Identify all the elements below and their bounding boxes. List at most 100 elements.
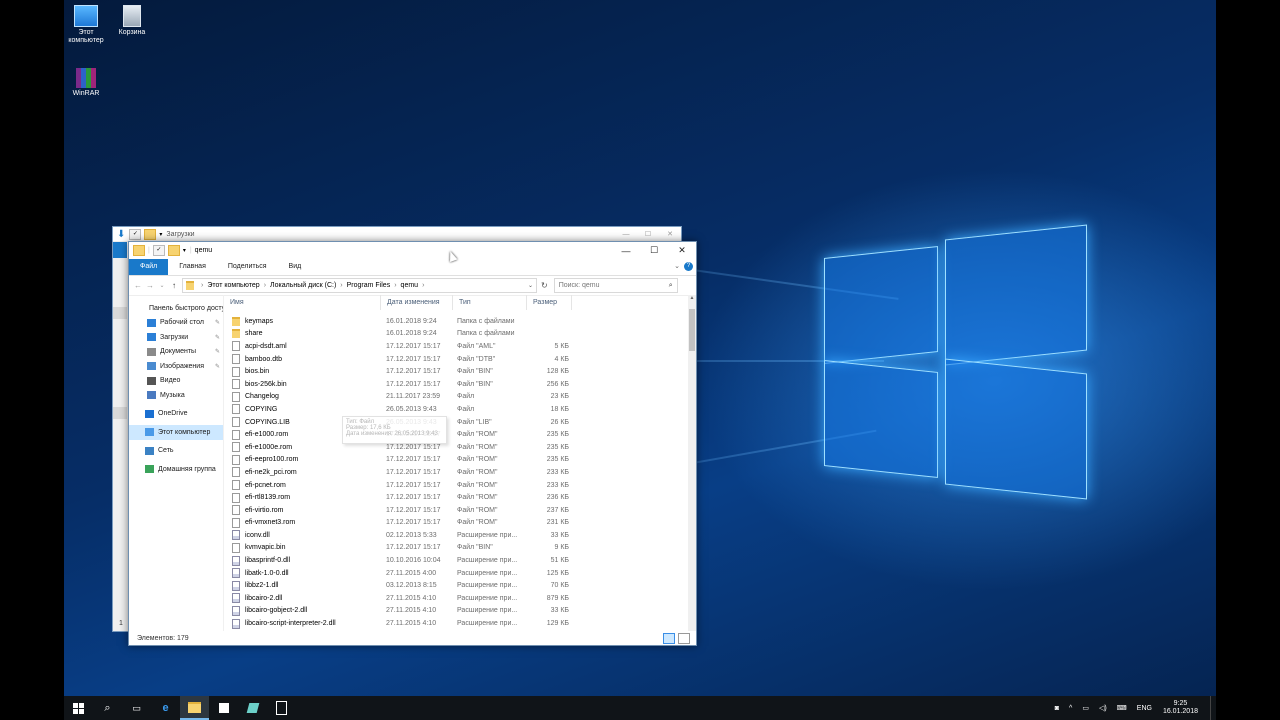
back-arrow-icon[interactable]: ←	[132, 281, 144, 290]
file-row[interactable]: iconv.dll 02.12.2013 5:33 Расширение при..…	[224, 529, 696, 542]
file-row[interactable]: acpi-dsdt.aml 17.12.2017 15:17 Файл "AML" 5…	[224, 340, 696, 353]
file-row[interactable]: bamboo.dtb 17.12.2017 15:17 Файл "DTB" 4 КБ	[224, 353, 696, 366]
recent-dropdown-icon[interactable]: ⌄	[156, 282, 168, 289]
show-desktop-button[interactable]	[1210, 696, 1216, 720]
file-row[interactable]: COPYING 26.05.2013 9:43 Файл 18 КБ	[224, 403, 696, 416]
scrollbar-thumb[interactable]	[689, 309, 695, 351]
chevron-right-icon[interactable]: ›	[264, 282, 266, 289]
explorer-window[interactable]: | ✓ ▾ | qemu — ☐ ✕ Файл Главная Поделить…	[128, 241, 697, 646]
close-button[interactable]: ✕	[659, 230, 681, 238]
vertical-scrollbar[interactable]: ▲	[688, 295, 696, 631]
start-button[interactable]	[64, 696, 93, 720]
minimize-button[interactable]: —	[612, 246, 640, 256]
column-size[interactable]: Размер	[527, 295, 572, 310]
file-row[interactable]: efi-pcnet.rom 17.12.2017 15:17 Файл "ROM" 2…	[224, 479, 696, 492]
file-row[interactable]: Changelog 21.11.2017 23:59 Файл 23 КБ	[224, 391, 696, 404]
volume-icon[interactable]: ◁)	[1099, 704, 1107, 712]
file-row[interactable]: libcairo-script-interpreter-2.dll 27.11.2…	[224, 617, 696, 630]
up-arrow-icon[interactable]: ↑	[168, 281, 180, 290]
keyboard-icon[interactable]: ⌨	[1117, 704, 1127, 712]
sidebar-item[interactable]: OneDrive	[129, 407, 223, 422]
desktop-icon-winrar[interactable]: WinRAR	[64, 68, 111, 98]
help-icon[interactable]: ?	[684, 262, 693, 271]
forward-arrow-icon[interactable]: →	[144, 281, 156, 290]
file-row[interactable]: keymaps 16.01.2018 9:24 Папка с файлами	[224, 315, 696, 328]
search-button[interactable]: ⌕	[93, 696, 122, 720]
file-row[interactable]: efi-vmxnet3.rom 17.12.2017 15:17 Файл "ROM…	[224, 517, 696, 530]
chevron-right-icon[interactable]: ›	[394, 282, 396, 289]
tab-share[interactable]: Поделиться	[217, 259, 278, 275]
chevron-down-icon[interactable]: ▾	[183, 247, 186, 254]
file-row[interactable]: efi-e1000.rom17.12.2017 15:17Файл "ROM"2…	[224, 428, 696, 441]
sidebar-item[interactable]: Документы ✎	[129, 345, 223, 360]
file-row[interactable]: efi-rtl8139.rom 17.12.2017 15:17 Файл "ROM…	[224, 491, 696, 504]
chevron-right-icon[interactable]: ›	[340, 282, 342, 289]
breadcrumb-this-pc[interactable]: Этот компьютер	[207, 282, 259, 289]
properties-icon[interactable]: ✓	[129, 228, 142, 240]
show-hidden-icons[interactable]: ^	[1069, 705, 1072, 712]
details-view-icon[interactable]	[663, 632, 675, 644]
column-name[interactable]: Имя	[224, 295, 381, 310]
file-row[interactable]: libcairo-gobject-2.dll 27.11.2015 4:10 Рас…	[224, 605, 696, 618]
breadcrumb-program-files[interactable]: Program Files	[347, 282, 391, 289]
breadcrumb-local-disk[interactable]: Локальный диск (C:)	[270, 282, 336, 289]
column-type[interactable]: Тип	[453, 295, 527, 310]
taskbar-calculator[interactable]	[267, 696, 296, 720]
taskbar-edge[interactable]: e	[151, 696, 180, 720]
titlebar[interactable]: | ✓ ▾ | qemu — ☐ ✕	[129, 242, 696, 259]
chevron-down-icon[interactable]: ▾	[159, 231, 162, 238]
language-indicator[interactable]: ENG	[1137, 705, 1152, 712]
tab-home[interactable]: Главная	[168, 259, 217, 275]
task-view-button[interactable]: ▭	[122, 696, 151, 720]
downloads-titlebar[interactable]: ⬇ ✓ ▾ Загрузки — ☐ ✕	[113, 227, 681, 241]
file-row[interactable]: share 16.01.2018 9:24 Папка с файлами	[224, 328, 696, 341]
maximize-button[interactable]: ☐	[637, 230, 659, 238]
file-row[interactable]: kvmvapic.bin 17.12.2017 15:17 Файл "BIN" 9 …	[224, 542, 696, 555]
sidebar-item[interactable]: Этот компьютер	[129, 425, 223, 440]
new-folder-icon[interactable]	[167, 245, 180, 256]
sidebar-item[interactable]: Сеть	[129, 444, 223, 459]
tray-app-icon[interactable]: ◙	[1055, 705, 1059, 712]
sidebar-item[interactable]: Музыка	[129, 388, 223, 403]
maximize-button[interactable]: ☐	[640, 245, 668, 256]
scroll-up-icon[interactable]: ▲	[688, 295, 696, 301]
sidebar-item[interactable]: Панель быстрого доступа	[129, 301, 223, 316]
expand-ribbon-icon[interactable]: ⌄	[674, 259, 680, 275]
chevron-right-icon[interactable]: ›	[422, 282, 424, 289]
file-row[interactable]: libcairo-2.dll 27.11.2015 4:10 Расширение …	[224, 592, 696, 605]
sidebar-item[interactable]: Изображения ✎	[129, 359, 223, 374]
address-dropdown-icon[interactable]: ⌄	[528, 282, 533, 289]
tab-view[interactable]: Вид	[278, 259, 313, 275]
taskbar-app[interactable]	[238, 696, 267, 720]
tab-file[interactable]	[113, 242, 127, 258]
file-row[interactable]: efi-ne2k_pci.rom 17.12.2017 15:17 Файл "RO…	[224, 466, 696, 479]
sidebar-item[interactable]: Рабочий стол ✎	[129, 316, 223, 331]
chevron-right-icon[interactable]: ›	[201, 282, 203, 289]
breadcrumb-qemu[interactable]: qemu	[401, 282, 419, 289]
folder-icon[interactable]	[144, 228, 157, 240]
file-row[interactable]: COPYING.LIB26.05.2013 9:43Файл "LIB"26 К…	[224, 416, 696, 429]
refresh-icon[interactable]: ↻	[541, 281, 548, 290]
file-row[interactable]: bios-256k.bin 17.12.2017 15:17 Файл "BIN" 2…	[224, 378, 696, 391]
network-icon[interactable]: ▭	[1082, 704, 1089, 712]
search-input[interactable]: Поиск: qemu ⌕	[553, 278, 678, 293]
sidebar-item[interactable]: Домашняя группа	[129, 462, 223, 477]
desktop-icon-recycle-bin[interactable]: Корзина	[107, 5, 157, 37]
taskbar-store[interactable]	[209, 696, 238, 720]
properties-icon[interactable]: ✓	[152, 245, 165, 256]
file-row[interactable]: libbz2-1.dll 03.12.2013 8:15 Расширение пр…	[224, 579, 696, 592]
file-row[interactable]: efi-eepro100.rom 17.12.2017 15:17 Файл "RO…	[224, 454, 696, 467]
file-row[interactable]: bios.bin 17.12.2017 15:17 Файл "BIN" 128 КБ	[224, 365, 696, 378]
sidebar-item[interactable]: Видео	[129, 374, 223, 389]
tab-file[interactable]: Файл	[129, 259, 169, 275]
column-date[interactable]: Дата изменения	[381, 295, 453, 310]
close-button[interactable]: ✕	[668, 245, 696, 256]
large-icons-view-icon[interactable]	[678, 632, 690, 644]
file-row[interactable]: libatk-1.0-0.dll 27.11.2015 4:00 Расширени…	[224, 567, 696, 580]
minimize-button[interactable]: —	[615, 231, 637, 238]
sidebar-item[interactable]: Загрузки ✎	[129, 330, 223, 345]
taskbar-explorer[interactable]	[180, 696, 209, 720]
file-row[interactable]: efi-e1000e.rom 17.12.2017 15:17 Файл "ROM"…	[224, 441, 696, 454]
address-bar[interactable]: › Этот компьютер › Локальный диск (C:) ›…	[182, 278, 537, 293]
clock[interactable]: 9:25 16.01.2018	[1163, 700, 1198, 716]
